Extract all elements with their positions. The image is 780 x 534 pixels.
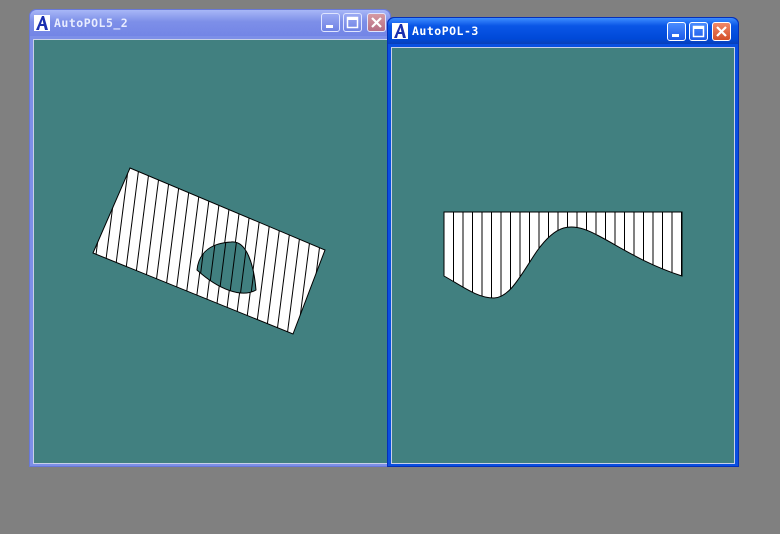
- minimize-button[interactable]: [321, 13, 340, 32]
- curve-shape: [443, 211, 683, 299]
- drawing-canvas-1[interactable]: [33, 39, 388, 464]
- titlebar-autopol-3[interactable]: AutoPOL-3: [388, 18, 738, 44]
- minimize-icon: [672, 34, 679, 37]
- window-autopol5-2[interactable]: AutoPOL5_2: [29, 9, 391, 467]
- hatched-rectangle-drawing: [92, 167, 326, 335]
- app-letter-a-icon[interactable]: [34, 15, 50, 31]
- window-title: AutoPOL5_2: [54, 16, 129, 30]
- app-letter-a-icon[interactable]: [392, 23, 408, 39]
- maximize-icon: [692, 25, 705, 38]
- drawing-canvas-2[interactable]: [391, 47, 735, 464]
- hatched-curve-drawing: [443, 211, 683, 299]
- close-icon: [371, 17, 382, 28]
- window-autopol-3[interactable]: AutoPOL-3: [387, 17, 739, 467]
- close-icon: [716, 26, 727, 37]
- minimize-icon: [326, 25, 333, 28]
- maximize-icon: [346, 16, 359, 29]
- minimize-button[interactable]: [667, 22, 686, 41]
- maximize-button[interactable]: [689, 22, 708, 41]
- close-button[interactable]: [367, 13, 386, 32]
- window-title: AutoPOL-3: [412, 24, 479, 38]
- titlebar-autopol5-2[interactable]: AutoPOL5_2: [30, 10, 390, 36]
- maximize-button[interactable]: [343, 13, 362, 32]
- close-button[interactable]: [712, 22, 731, 41]
